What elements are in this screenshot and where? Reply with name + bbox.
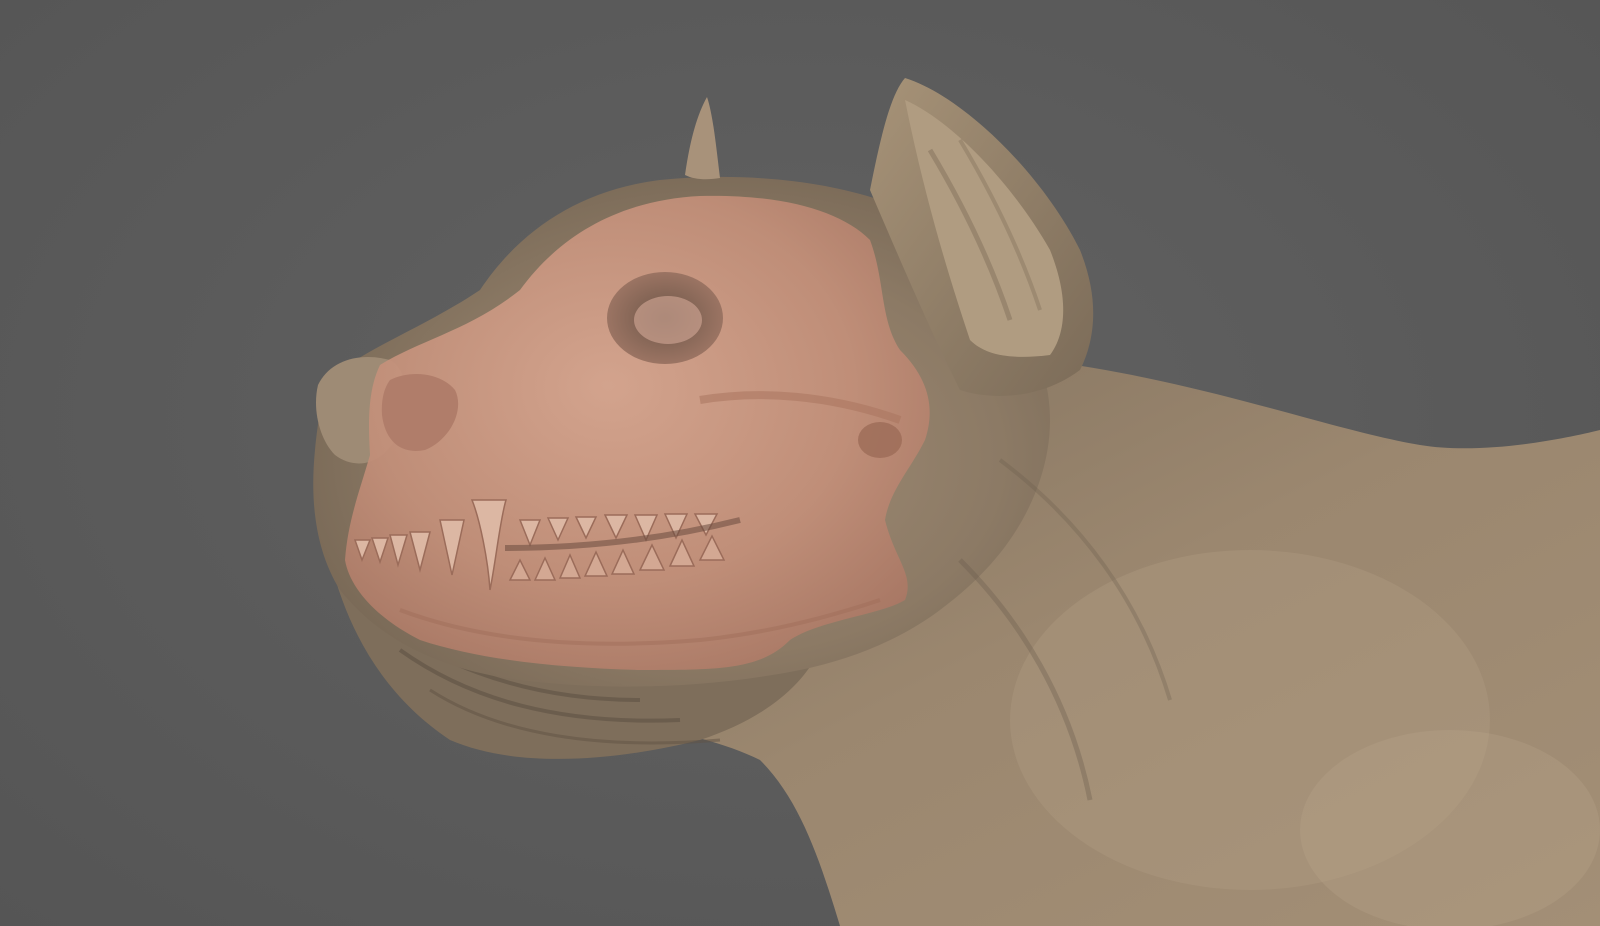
head-spike <box>685 97 720 180</box>
sculpt-render <box>313 78 1600 926</box>
3d-viewport-canvas[interactable] <box>0 0 1600 926</box>
